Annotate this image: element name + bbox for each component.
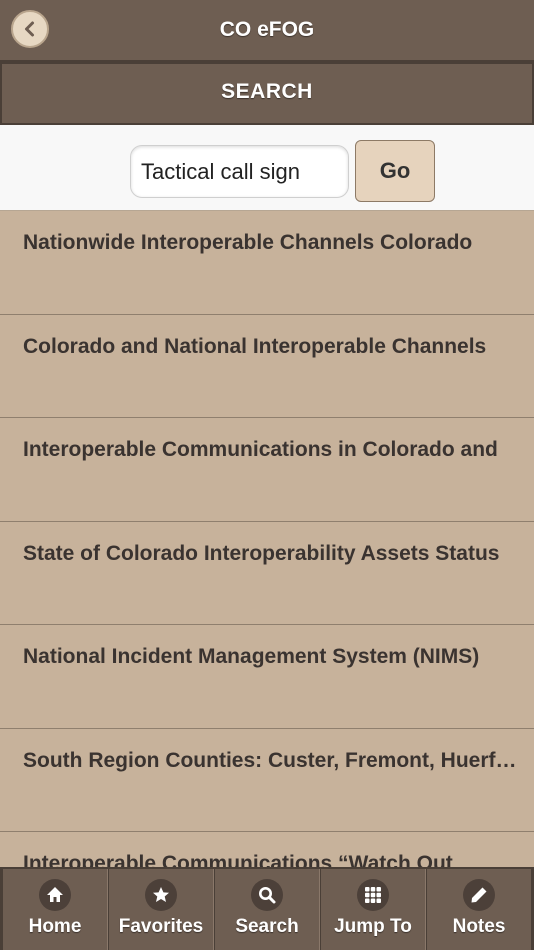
list-item-label: Colorado and National Interoperable Chan… [23,334,487,358]
tab-label: Home [28,916,82,937]
app-title: CO eFOG [219,18,315,41]
pencil-icon [463,879,495,911]
tab-bar: Home Favorites Search Jump To Notes [0,867,534,950]
tab-jump-to[interactable]: Jump To [320,869,426,950]
section-header: SEARCH [0,62,534,125]
tab-label: Jump To [334,916,412,937]
tab-favorites[interactable]: Favorites [108,869,214,950]
section-title: SEARCH [221,80,313,103]
list-item[interactable]: State of Colorado Interoperability Asset… [0,521,534,625]
list-item-label: Interoperable Communications “Watch Out [23,852,453,867]
search-input[interactable] [130,145,349,198]
home-icon [39,879,71,911]
list-item[interactable]: National Incident Management System (NIM… [0,625,534,729]
list-item-label: State of Colorado Interoperability Asset… [23,541,500,565]
list-item[interactable]: Interoperable Communications “Watch Out [0,832,534,867]
search-results-list: Nationwide Interoperable Channels Colora… [0,211,534,867]
list-item-label: National Incident Management System (NIM… [23,645,480,668]
search-bar: Go [0,125,534,211]
tab-home[interactable]: Home [0,869,108,950]
tab-notes[interactable]: Notes [426,869,534,950]
tab-label: Search [235,916,299,937]
list-item-label: Interoperable Communications in Colorado… [23,438,498,461]
tab-search[interactable]: Search [214,869,320,950]
tab-label: Notes [452,916,506,937]
search-icon [251,879,283,911]
tab-label: Favorites [118,916,204,937]
grid-icon [357,879,389,911]
list-item-label: South Region Counties: Custer, Fremont, … [23,748,518,772]
list-item-label: Nationwide Interoperable Channels Colora… [23,231,473,254]
list-item[interactable]: Colorado and National Interoperable Chan… [0,314,534,418]
star-icon [145,879,177,911]
list-item[interactable]: Interoperable Communications in Colorado… [0,418,534,522]
list-item[interactable]: South Region Counties: Custer, Fremont, … [0,728,534,832]
go-button[interactable]: Go [355,140,435,202]
list-item[interactable]: Nationwide Interoperable Channels Colora… [0,211,534,315]
app-header: CO eFOG [0,0,534,62]
